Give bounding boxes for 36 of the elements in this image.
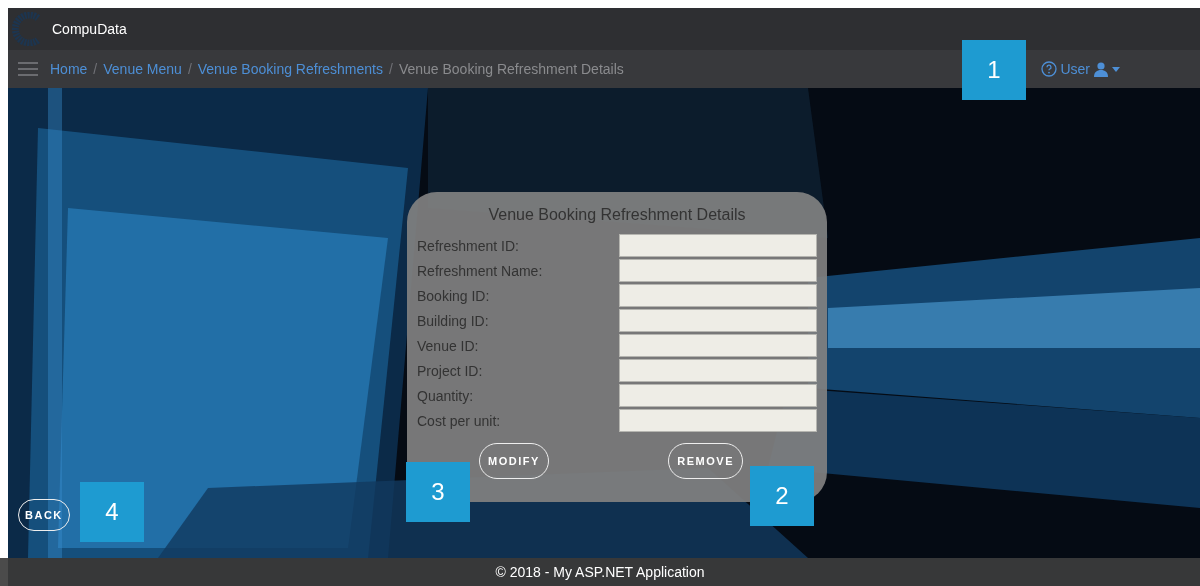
- field-label: Refreshment Name:: [417, 262, 544, 279]
- form-title: Venue Booking Refreshment Details: [487, 206, 747, 224]
- input-field[interactable]: [619, 309, 817, 332]
- input-field[interactable]: [619, 384, 817, 407]
- caret-icon[interactable]: [1112, 66, 1120, 72]
- input-field[interactable]: [619, 359, 817, 382]
- callout-badge: 1: [962, 40, 1026, 100]
- input-field[interactable]: [619, 234, 817, 257]
- field-label: Quantity:: [417, 387, 475, 404]
- field-label: Cost per unit:: [417, 412, 502, 429]
- callout-badge: 4: [80, 482, 144, 542]
- field-label: Project ID:: [417, 362, 484, 379]
- user-icon[interactable]: [1093, 61, 1109, 77]
- callout-badge: 2: [750, 466, 814, 526]
- help-icon[interactable]: [1041, 61, 1058, 77]
- input-field[interactable]: [619, 259, 817, 282]
- breadcrumb-link[interactable]: Venue Booking Refreshments: [197, 61, 383, 77]
- breadcrumb-separator: /: [389, 61, 393, 77]
- field-label: Venue ID:: [417, 337, 480, 354]
- input-field[interactable]: [619, 409, 817, 432]
- field-label: Booking ID:: [417, 287, 491, 304]
- breadcrumb-link[interactable]: Home: [50, 61, 88, 77]
- menu-icon[interactable]: [18, 62, 38, 76]
- breadcrumb-link[interactable]: Venue Menu: [103, 61, 182, 77]
- logo-icon: [12, 12, 42, 46]
- breadcrumb-separator: /: [93, 61, 98, 77]
- breadcrumb-separator: /: [187, 61, 192, 77]
- input-field[interactable]: [619, 284, 817, 307]
- breadcrumb-current: Venue Booking Refreshment Details: [398, 61, 624, 77]
- brand-name[interactable]: CompuData: [52, 21, 127, 37]
- input-field[interactable]: [619, 334, 817, 357]
- field-label: Refreshment ID:: [417, 237, 520, 254]
- callout-badge: 3: [406, 462, 470, 522]
- field-label: Building ID:: [417, 312, 490, 329]
- footer-text: © 2018 - My ASP.NET Application: [0, 558, 1200, 586]
- user-menu[interactable]: User: [1060, 61, 1090, 77]
